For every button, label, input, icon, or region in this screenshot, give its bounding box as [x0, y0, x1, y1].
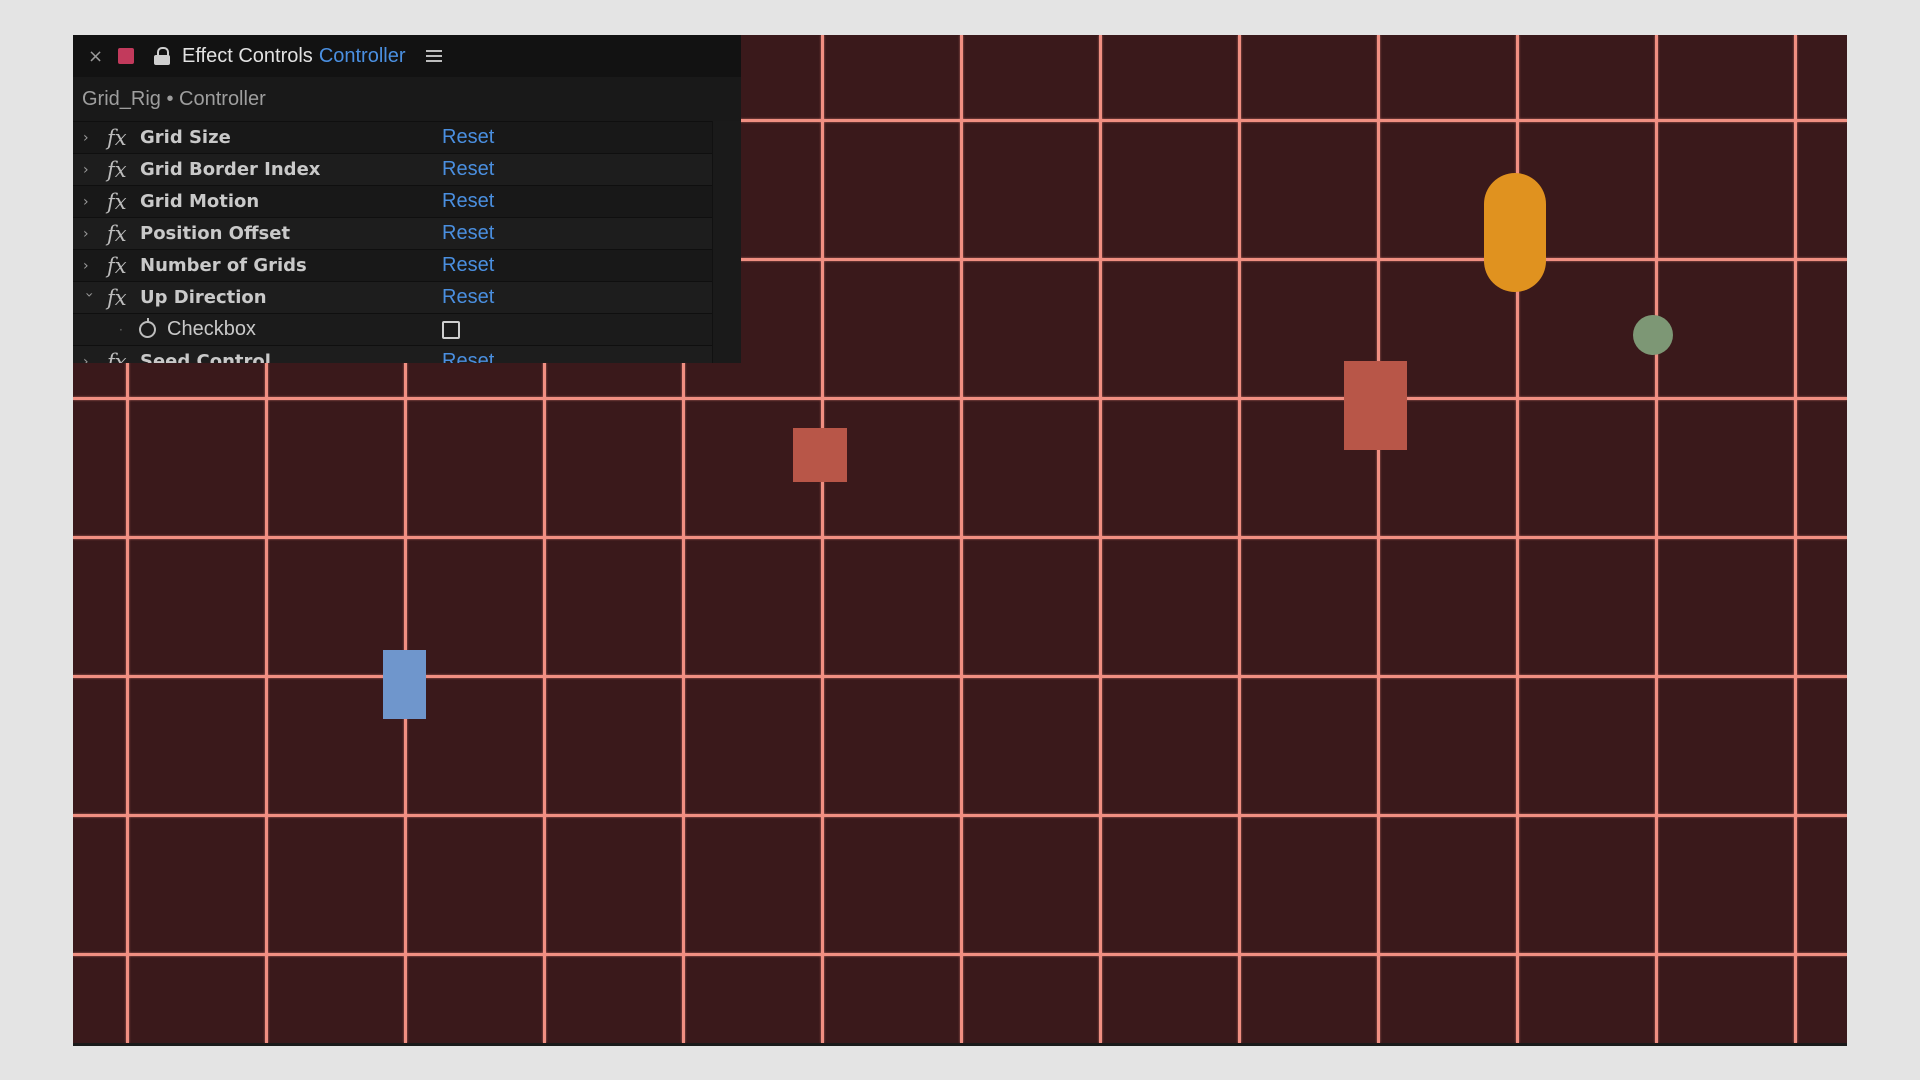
layer-name[interactable]: Controller: [319, 45, 406, 68]
chevron-right-icon[interactable]: ›: [83, 258, 95, 274]
effect-row[interactable]: › fx Grid Motion Reset: [73, 185, 741, 217]
effect-row[interactable]: › fx Grid Border Index Reset: [73, 153, 741, 185]
chevron-right-icon[interactable]: ›: [83, 130, 95, 146]
green-circle-shape[interactable]: [1633, 315, 1673, 355]
orange-capsule-shape[interactable]: [1484, 173, 1546, 292]
fx-icon[interactable]: fx: [107, 222, 127, 246]
property-row[interactable]: · Checkbox: [73, 313, 741, 345]
effect-name: Seed Control: [140, 351, 271, 363]
grid-line-vertical: [821, 35, 824, 1043]
effect-row[interactable]: › fx Grid Size Reset: [73, 121, 741, 153]
chevron-right-icon[interactable]: ›: [83, 194, 95, 210]
effects-list: › fx Grid Size Reset › fx Grid Border In…: [73, 121, 741, 363]
effect-controls-panel: × Effect Controls Controller Grid_Rig • …: [73, 35, 741, 363]
chevron-right-icon[interactable]: ›: [83, 162, 95, 178]
red-rectangle-shape[interactable]: [793, 428, 847, 482]
grid-line-vertical: [1794, 35, 1797, 1043]
red-rectangle-shape[interactable]: [1344, 361, 1407, 450]
effect-name: Grid Size: [140, 127, 231, 148]
grid-line-horizontal: [73, 536, 1847, 539]
reset-link[interactable]: Reset: [442, 158, 494, 181]
grid-line-horizontal: [73, 814, 1847, 817]
stopwatch-icon[interactable]: [139, 318, 156, 338]
fx-icon[interactable]: fx: [107, 254, 127, 278]
composition-viewer[interactable]: × Effect Controls Controller Grid_Rig • …: [73, 35, 1847, 1043]
close-icon[interactable]: ×: [88, 46, 110, 67]
tree-connector: ·: [119, 322, 123, 337]
effect-name: Up Direction: [140, 287, 267, 308]
grid-line-vertical: [1377, 35, 1380, 1043]
menu-icon[interactable]: [425, 50, 442, 62]
panel-header: × Effect Controls Controller: [73, 35, 741, 77]
fx-icon[interactable]: fx: [107, 126, 127, 150]
checkbox-input[interactable]: [442, 321, 460, 339]
grid-line-vertical: [1655, 35, 1658, 1043]
blue-rectangle-shape[interactable]: [383, 650, 426, 719]
panel-title: Effect Controls: [182, 44, 313, 67]
effect-name: Number of Grids: [140, 255, 307, 276]
grid-line-horizontal: [73, 953, 1847, 956]
effect-row[interactable]: › fx Number of Grids Reset: [73, 249, 741, 281]
label-color-swatch[interactable]: [118, 48, 134, 64]
lock-icon[interactable]: [154, 47, 170, 65]
grid-line-horizontal: [73, 397, 1847, 400]
reset-link[interactable]: Reset: [442, 350, 494, 363]
grid-line-horizontal: [73, 675, 1847, 678]
reset-link[interactable]: Reset: [442, 286, 494, 309]
effect-row[interactable]: › fx Position Offset Reset: [73, 217, 741, 249]
reset-link[interactable]: Reset: [442, 222, 494, 245]
effect-name: Grid Border Index: [140, 159, 321, 180]
fx-icon[interactable]: fx: [107, 350, 127, 364]
breadcrumb: Grid_Rig • Controller: [73, 77, 741, 121]
effect-name: Position Offset: [140, 223, 291, 244]
chevron-right-icon[interactable]: ›: [83, 226, 95, 242]
reset-link[interactable]: Reset: [442, 190, 494, 213]
grid-line-vertical: [960, 35, 963, 1043]
chevron-down-icon[interactable]: ›: [81, 292, 97, 304]
effect-row[interactable]: › fx Up Direction Reset: [73, 281, 741, 313]
reset-link[interactable]: Reset: [442, 254, 494, 277]
grid-line-vertical: [1238, 35, 1241, 1043]
grid-line-vertical: [1099, 35, 1102, 1043]
effect-row[interactable]: › fx Seed Control Reset: [73, 345, 741, 363]
fx-icon[interactable]: fx: [107, 158, 127, 182]
effect-name: Grid Motion: [140, 191, 260, 212]
scrollbar[interactable]: [712, 121, 741, 363]
fx-icon[interactable]: fx: [107, 190, 127, 214]
reset-link[interactable]: Reset: [442, 126, 494, 149]
property-name: Checkbox: [167, 318, 256, 340]
fx-icon[interactable]: fx: [107, 286, 127, 310]
chevron-right-icon[interactable]: ›: [83, 354, 95, 364]
